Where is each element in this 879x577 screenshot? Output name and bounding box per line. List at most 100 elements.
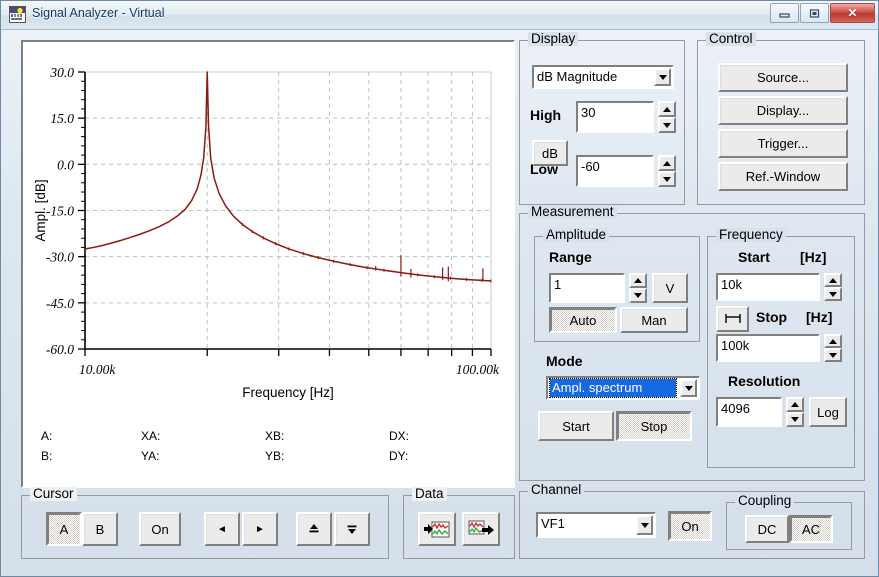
span-icon (724, 314, 741, 323)
low-input[interactable]: -60 (576, 155, 654, 187)
span-button[interactable] (716, 306, 749, 332)
resolution-spinner-up[interactable] (786, 397, 804, 412)
cursor-group-caption: Cursor (30, 487, 77, 501)
resolution-spinner[interactable] (786, 397, 804, 427)
graph-panel[interactable]: 30.0 15.0 0.0 -15.0 -30.0 -45.0 -60.0 10.00k 100… (21, 40, 515, 488)
db-unit-label: dB (542, 145, 558, 161)
low-spinner[interactable] (658, 155, 676, 187)
cursor-a-button[interactable]: A (46, 512, 82, 546)
trigger-button[interactable]: Trigger... (718, 129, 848, 158)
svg-text:30.0: 30.0 (49, 65, 74, 80)
svg-text:Ampl. [dB]: Ampl. [dB] (33, 179, 48, 241)
cursor-peak-up-button[interactable] (296, 512, 332, 546)
frequency-group-caption: Frequency (716, 228, 786, 242)
display-group: Display dB Magnitude High 30 dB Low -60 (519, 32, 685, 205)
svg-text:0.0: 0.0 (57, 157, 74, 172)
readout-xb-label: XB: (265, 429, 285, 443)
low-spinner-down[interactable] (658, 171, 676, 187)
range-spinner[interactable] (629, 273, 647, 303)
channel-chevron-down-icon[interactable] (636, 515, 653, 535)
freq-start-label: Start (738, 249, 770, 265)
range-spinner-up[interactable] (629, 273, 647, 288)
volt-unit-button[interactable]: V (652, 273, 688, 303)
freq-stop-input[interactable]: 100k (716, 334, 820, 362)
freq-start-input[interactable]: 10k (716, 273, 820, 301)
display-button[interactable]: Display... (718, 96, 848, 125)
high-input[interactable]: 30 (576, 101, 654, 133)
freq-start-spinner-down[interactable] (824, 287, 842, 301)
freq-start-spinner-up[interactable] (824, 273, 842, 287)
log-button[interactable]: Log (809, 397, 847, 427)
resolution-spinner-down[interactable] (786, 412, 804, 427)
freq-stop-spinner-up[interactable] (824, 334, 842, 348)
readout-yb-label: YB: (265, 449, 285, 463)
app-icon (9, 6, 26, 23)
close-button[interactable]: ✕ (830, 3, 875, 23)
resolution-label: Resolution (728, 373, 801, 389)
stop-button-label: Stop (640, 418, 668, 434)
mode-value: Ampl. spectrum (549, 378, 677, 398)
coupling-ac-button[interactable]: AC (789, 515, 833, 543)
data-load-button[interactable] (418, 512, 456, 546)
cursor-b-button[interactable]: B (82, 512, 118, 546)
resolution-input[interactable]: 4096 (716, 397, 782, 427)
readout-xa-label: XA: (141, 429, 161, 443)
cursor-a-label: A (59, 521, 69, 537)
data-group: Data (403, 487, 515, 559)
title-bar[interactable]: Signal Analyzer - Virtual ✕ (1, 1, 878, 30)
coupling-group-caption: Coupling (735, 494, 795, 508)
source-button[interactable]: Source... (718, 63, 848, 92)
readout-dy-label: DY: (389, 449, 409, 463)
channel-on-button[interactable]: On (668, 511, 712, 541)
signal-analyzer-window: Signal Analyzer - Virtual ✕ 30.0 15.0 0.0 -… (0, 0, 879, 577)
range-spinner-down[interactable] (629, 288, 647, 303)
freq-stop-unit: [Hz] (806, 309, 833, 325)
high-spinner[interactable] (658, 101, 676, 133)
freq-start-spinner[interactable] (824, 273, 842, 301)
amplitude-auto-button[interactable]: Auto (549, 307, 617, 333)
cursor-peak-down-button[interactable] (334, 512, 370, 546)
amplitude-auto-label: Auto (569, 312, 597, 328)
chevron-down-icon[interactable] (654, 68, 671, 86)
plot-surface[interactable]: 30.0 15.0 0.0 -15.0 -30.0 -45.0 -60.0 10.00k 100… (23, 42, 513, 486)
restore-button[interactable] (800, 3, 829, 23)
channel-combo[interactable]: VF1 (536, 512, 656, 538)
channel-on-label: On (681, 518, 699, 534)
svg-text:10.00k: 10.00k (79, 362, 116, 377)
high-spinner-down[interactable] (658, 117, 676, 133)
start-button[interactable]: Start (538, 411, 614, 441)
stop-button[interactable]: Stop (616, 411, 692, 441)
cursor-readout: A: XA: XB: DX: B: YA: YB: DY: (41, 429, 496, 474)
freq-stop-spinner[interactable] (824, 334, 842, 362)
freq-stop-spinner-down[interactable] (824, 348, 842, 362)
data-save-button[interactable] (462, 512, 500, 546)
source-button-label: Source... (756, 70, 810, 85)
readout-a-label: A: (41, 429, 53, 443)
display-mode-combo[interactable]: dB Magnitude (532, 65, 674, 89)
app-root: Signal Analyzer - Virtual ✕ 30.0 15.0 0.0 -… (0, 0, 879, 577)
cursor-left-button[interactable]: ◄ (204, 512, 240, 546)
spectrum-plot: 30.0 15.0 0.0 -15.0 -30.0 -45.0 -60.0 10.00k 100… (33, 65, 500, 400)
minimize-button[interactable] (770, 3, 799, 23)
trigger-button-label: Trigger... (757, 136, 809, 151)
svg-text:-30.0: -30.0 (46, 250, 74, 265)
ref-window-button[interactable]: Ref.-Window (718, 162, 848, 191)
data-save-icon (468, 520, 494, 535)
amplitude-man-button[interactable]: Man (620, 307, 688, 333)
svg-text:Frequency [Hz]: Frequency [Hz] (242, 385, 334, 400)
measurement-group: Measurement Amplitude Range 1 V Auto Man… (519, 205, 865, 481)
coupling-dc-button[interactable]: DC (745, 515, 789, 543)
display-group-caption: Display (528, 32, 579, 46)
cursor-on-button[interactable]: On (139, 512, 181, 546)
high-spinner-up[interactable] (658, 101, 676, 117)
low-spinner-up[interactable] (658, 155, 676, 171)
cursor-right-button[interactable]: ► (242, 512, 278, 546)
coupling-dc-label: DC (757, 521, 777, 537)
range-input[interactable]: 1 (549, 273, 625, 303)
caret-right-icon: ► (255, 523, 265, 535)
mode-combo[interactable]: Ampl. spectrum (546, 376, 700, 400)
svg-text:-60.0: -60.0 (46, 342, 74, 357)
mode-chevron-down-icon[interactable] (680, 379, 697, 397)
data-group-caption: Data (412, 487, 447, 501)
readout-ya-label: YA: (141, 449, 160, 463)
